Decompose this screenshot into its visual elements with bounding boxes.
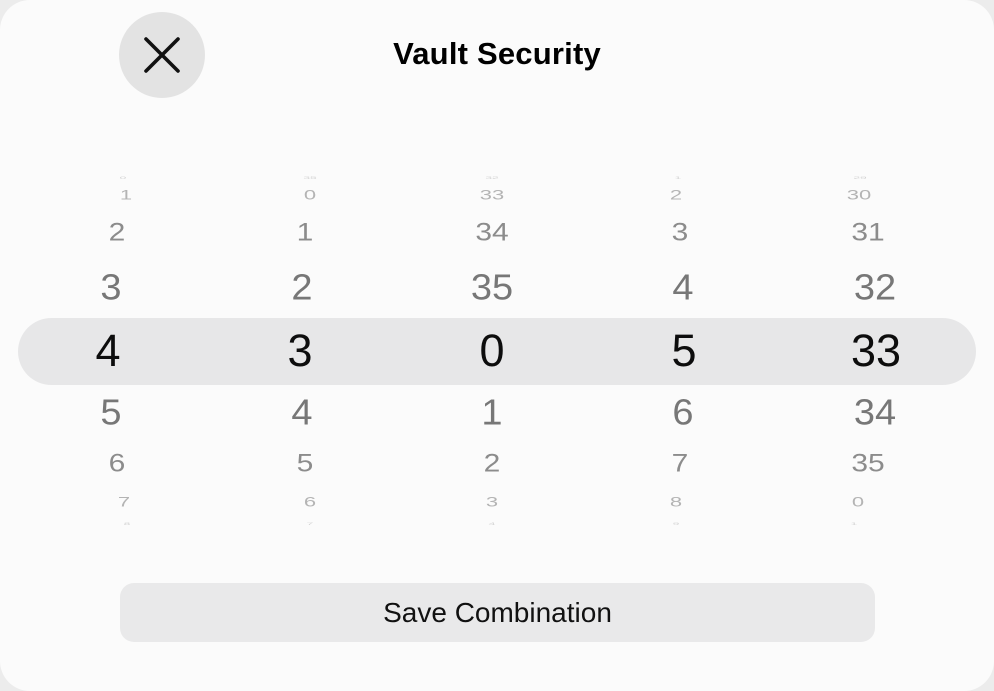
wheel-value: 2: [669, 186, 683, 203]
picker-wheel-1[interactable]: 0 1 2 3 4 5 6 7 8: [50, 168, 170, 530]
wheel-value: 7: [671, 450, 689, 478]
wheel-value: 6: [108, 450, 126, 478]
wheel-value: 35: [851, 450, 885, 478]
wheel-value: 30: [846, 186, 872, 203]
wheel-value: 2: [483, 450, 501, 478]
wheel-selected-value: 5: [671, 325, 697, 376]
page-title: Vault Security: [393, 36, 601, 71]
wheel-selected-value: 3: [287, 325, 313, 376]
wheel-value: 4: [672, 268, 694, 308]
wheel-value: 8: [669, 493, 683, 510]
wheel-value: 5: [100, 393, 122, 433]
wheel-value: 32: [853, 268, 897, 308]
wheel-value: 35: [303, 175, 317, 181]
wheel-value: 1: [481, 393, 503, 433]
wheel-selected-value: 4: [95, 325, 121, 376]
picker-wheel-5[interactable]: 29 30 31 32 33 34 35 0 1: [814, 168, 934, 530]
wheel-value: 2: [291, 268, 313, 308]
wheel-value: 1: [850, 521, 858, 527]
picker-wheel-4[interactable]: 1 2 3 4 5 6 7 8 9: [624, 168, 744, 530]
wheel-selected-value: 33: [850, 325, 902, 376]
wheel-value: 1: [296, 219, 314, 247]
wheel-value: 0: [851, 493, 865, 510]
wheel-value: 7: [306, 521, 314, 527]
wheel-value: 33: [479, 186, 505, 203]
wheel-value: 35: [470, 268, 514, 308]
wheel-value: 29: [853, 175, 867, 181]
picker-wheel-2[interactable]: 35 0 1 2 3 4 5 6 7: [240, 168, 360, 530]
wheel-value: 7: [117, 493, 131, 510]
wheel-value: 32: [485, 175, 499, 181]
wheel-value: 6: [303, 493, 317, 510]
wheel-selected-value: 0: [479, 325, 505, 376]
modal-sheet: Vault Security 0 1 2 3 4 5 6 7 8 35 0 1 …: [0, 0, 994, 691]
wheel-value: 31: [851, 219, 885, 247]
wheel-value: 0: [303, 186, 317, 203]
wheel-value: 0: [119, 175, 127, 181]
picker-wheel-3[interactable]: 32 33 34 35 0 1 2 3 4: [432, 168, 552, 530]
wheel-value: 4: [488, 521, 496, 527]
wheel-value: 2: [108, 219, 126, 247]
wheel-value: 5: [296, 450, 314, 478]
wheel-value: 9: [672, 521, 680, 527]
wheel-value: 3: [485, 493, 499, 510]
wheel-value: 3: [671, 219, 689, 247]
wheel-value: 1: [119, 186, 133, 203]
save-combination-button[interactable]: Save Combination: [120, 583, 875, 642]
wheel-value: 3: [100, 268, 122, 308]
wheel-value: 34: [853, 393, 897, 433]
wheel-value: 4: [291, 393, 313, 433]
wheel-value: 8: [123, 521, 131, 527]
wheel-value: 6: [672, 393, 694, 433]
wheel-value: 1: [674, 175, 682, 181]
wheel-value: 34: [475, 219, 509, 247]
